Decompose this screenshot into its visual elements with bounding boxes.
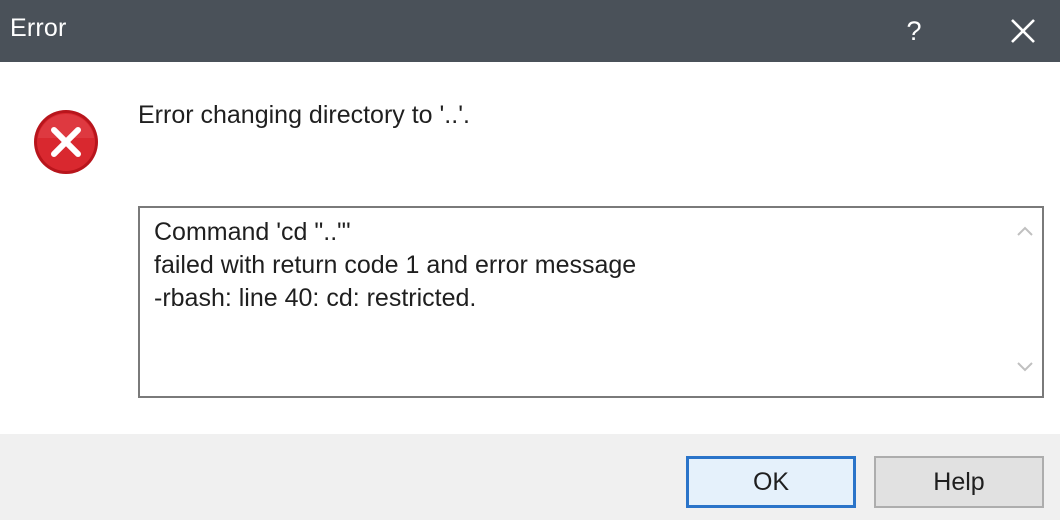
details-line-2: failed with return code 1 and error mess… [154, 251, 637, 279]
help-question-icon[interactable]: ? [882, 4, 946, 58]
error-circle-icon [32, 108, 100, 176]
help-button[interactable]: Help [874, 456, 1044, 508]
close-x-shape [1011, 19, 1035, 43]
error-dialog: Error ? Error changing directory to '..'… [0, 0, 1060, 520]
window-title: Error [10, 14, 67, 42]
error-message: Error changing directory to '..'. [138, 101, 470, 129]
chevron-up-icon[interactable] [1008, 214, 1042, 254]
close-icon[interactable] [990, 4, 1054, 58]
details-line-3: -rbash: line 40: cd: restricted. [154, 284, 477, 312]
details-content: Command 'cd ".."' failed with return cod… [154, 216, 1004, 315]
details-line-1: Command 'cd ".."' [154, 218, 351, 246]
ok-button[interactable]: OK [686, 456, 856, 508]
title-bar[interactable]: Error ? [0, 0, 1060, 62]
vertical-scrollbar[interactable] [1008, 208, 1042, 396]
button-bar: OK Help [0, 434, 1060, 520]
details-textbox[interactable]: Command 'cd ".."' failed with return cod… [138, 206, 1044, 398]
chevron-down-icon[interactable] [1008, 350, 1042, 390]
